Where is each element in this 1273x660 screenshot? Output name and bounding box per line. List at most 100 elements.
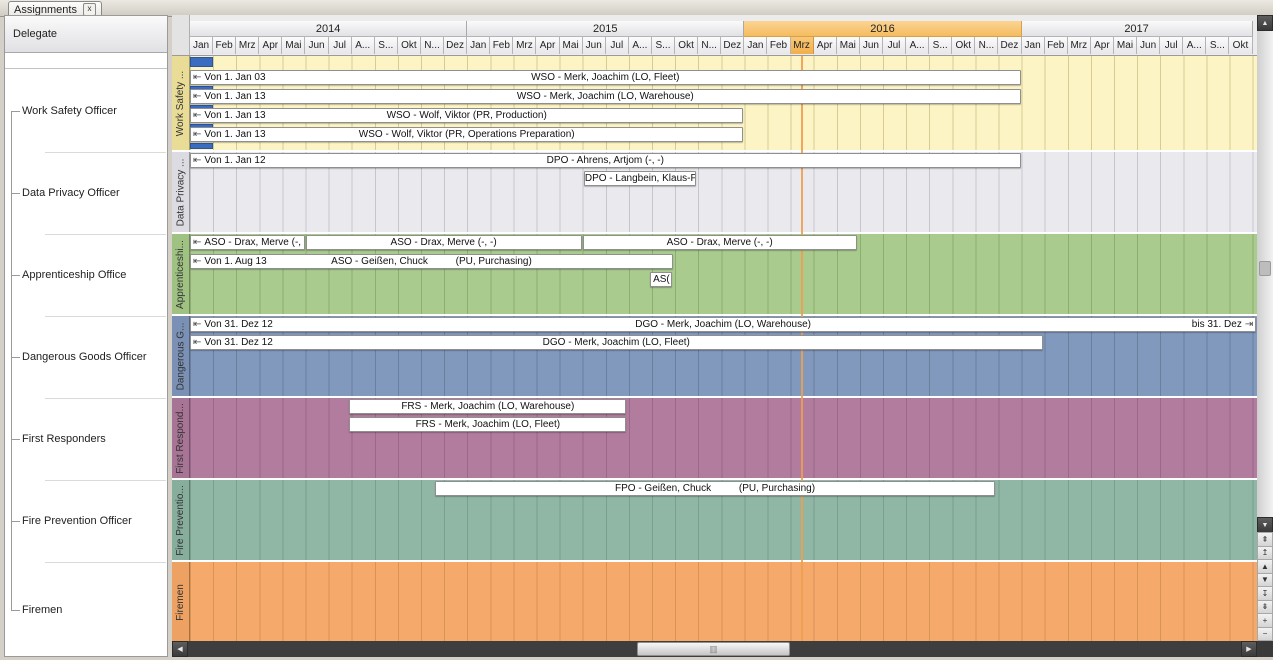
scroll-right-arrow-icon[interactable]: ▶: [1241, 641, 1257, 657]
assignment-bar[interactable]: ⇤Von 1. Jan 13WSO - Wolf, Viktor (PR, Pr…: [190, 108, 743, 123]
month-header-Jul-2016[interactable]: Jul: [883, 37, 906, 54]
assignment-bar[interactable]: ⇤Von 1. Aug 13ASO - Geißen, Chuck (PU, P…: [190, 254, 673, 269]
month-header-Jun-2014[interactable]: Jun: [305, 37, 328, 54]
horizontal-scrollbar-thumb[interactable]: ▥: [637, 642, 790, 656]
bar-label: DPO - Langbein, Klaus-P: [585, 172, 695, 185]
tree-tick: [11, 610, 20, 611]
assignment-bar[interactable]: ⇤Von 1. Jan 12DPO - Ahrens, Artjom (-, -…: [190, 153, 1021, 168]
month-header-S...-2014[interactable]: S...: [375, 37, 398, 54]
month-header-Mrz-2014[interactable]: Mrz: [236, 37, 259, 54]
month-header-A...-2017[interactable]: A...: [1183, 37, 1206, 54]
month-header-Feb-2017[interactable]: Feb: [1045, 37, 1068, 54]
assignment-bar[interactable]: ⇤ASO - Drax, Merve (-,: [190, 235, 305, 250]
bar-label: AS(: [651, 273, 671, 286]
scroll-down-arrow-icon[interactable]: ▼: [1257, 517, 1273, 533]
assignment-bar[interactable]: ASO - Drax, Merve (-, -): [306, 235, 582, 250]
delegate-item-dangerous-goods-officer[interactable]: Dangerous Goods Officer: [22, 351, 147, 363]
month-header-Feb-2015[interactable]: Feb: [490, 37, 513, 54]
month-header-Jul-2017[interactable]: Jul: [1160, 37, 1183, 54]
year-header-2014[interactable]: 2014JanFebMrzAprMaiJunJulA...S...OktN...…: [190, 21, 467, 55]
jump-top-button-icon[interactable]: ⇞: [1257, 532, 1273, 547]
delegate-item-apprenticeship-office[interactable]: Apprenticeship Office: [22, 269, 126, 281]
assignment-bar[interactable]: ⇤Von 1. Jan 03WSO - Merk, Joachim (LO, F…: [190, 70, 1021, 85]
scroll-up-arrow-icon[interactable]: ▲: [1257, 15, 1273, 31]
section-label-text: First Respond...: [175, 403, 186, 474]
month-header-Mrz-2017[interactable]: Mrz: [1068, 37, 1091, 54]
month-header-S...-2015[interactable]: S...: [652, 37, 675, 54]
delegate-item-fire-prevention-officer[interactable]: Fire Prevention Officer: [22, 515, 132, 527]
month-header-Apr-2017[interactable]: Apr: [1091, 37, 1114, 54]
month-header-Okt-2014[interactable]: Okt: [398, 37, 421, 54]
month-header-Dez-2014[interactable]: Dez: [444, 37, 467, 54]
assignment-bar[interactable]: ⇤Von 1. Jan 13WSO - Wolf, Viktor (PR, Op…: [190, 127, 743, 142]
bar-label: DPO - Ahrens, Artjom (-, -): [191, 154, 1020, 167]
row-down-button-icon[interactable]: ↧: [1257, 586, 1273, 601]
delegate-row-divider: [45, 562, 166, 563]
delegate-item-work-safety-officer[interactable]: Work Safety Officer: [22, 105, 117, 117]
month-header-Jul-2015[interactable]: Jul: [606, 37, 629, 54]
month-header-Mrz-2015[interactable]: Mrz: [513, 37, 536, 54]
month-header-A...-2014[interactable]: A...: [352, 37, 375, 54]
month-header-Jun-2017[interactable]: Jun: [1137, 37, 1160, 54]
horizontal-scrollbar[interactable]: ◀ ▥ ▶: [172, 641, 1257, 657]
bar-label: FPO - Geißen, Chuck (PU, Purchasing): [436, 482, 994, 495]
month-header-Mrz-2016[interactable]: Mrz: [791, 37, 814, 54]
year-header-2017[interactable]: 2017JanFebMrzAprMaiJunJulA...S...Okt: [1022, 21, 1253, 55]
month-header-Mai-2014[interactable]: Mai: [282, 37, 305, 54]
month-header-Jan-2015[interactable]: Jan: [467, 37, 490, 54]
tree-tick: [11, 439, 20, 440]
month-header-Mai-2015[interactable]: Mai: [560, 37, 583, 54]
month-header-N...-2014[interactable]: N...: [421, 37, 444, 54]
vertical-scrollbar-thumb[interactable]: [1259, 261, 1271, 276]
month-header-Dez-2015[interactable]: Dez: [721, 37, 744, 54]
section-label-first-responders: First Respond...: [172, 398, 190, 478]
month-header-A...-2015[interactable]: A...: [629, 37, 652, 54]
delegate-item-data-privacy-officer[interactable]: Data Privacy Officer: [22, 187, 120, 199]
month-header-N...-2015[interactable]: N...: [698, 37, 721, 54]
row-up-button-icon[interactable]: ↥: [1257, 546, 1273, 561]
month-header-Mai-2017[interactable]: Mai: [1114, 37, 1137, 54]
tree-tick: [11, 521, 20, 522]
assignment-bar[interactable]: AS(: [650, 272, 672, 287]
delegate-item-first-responders[interactable]: First Responders: [22, 433, 106, 445]
month-header-Feb-2016[interactable]: Feb: [767, 37, 790, 54]
delegate-item-firemen[interactable]: Firemen: [22, 604, 62, 616]
step-up-button-icon[interactable]: ▲: [1257, 559, 1273, 574]
month-header-Jan-2017[interactable]: Jan: [1022, 37, 1045, 54]
assignment-bar[interactable]: ⇤Von 31. Dez 12DGO - Merk, Joachim (LO, …: [190, 335, 1043, 350]
month-header-Feb-2014[interactable]: Feb: [213, 37, 236, 54]
zoom-out-button-icon[interactable]: −: [1257, 627, 1273, 642]
month-header-Jun-2016[interactable]: Jun: [860, 37, 883, 54]
step-down-button-icon[interactable]: ▼: [1257, 573, 1273, 588]
assignment-bar[interactable]: ⇤Von 1. Jan 13WSO - Merk, Joachim (LO, W…: [190, 89, 1021, 104]
month-header-Dez-2016[interactable]: Dez: [998, 37, 1021, 54]
month-header-Jan-2016[interactable]: Jan: [744, 37, 767, 54]
scroll-left-arrow-icon[interactable]: ◀: [172, 641, 188, 657]
zoom-in-button-icon[interactable]: +: [1257, 613, 1273, 628]
jump-bottom-button-icon[interactable]: ⇟: [1257, 600, 1273, 615]
month-header-Okt-2016[interactable]: Okt: [952, 37, 975, 54]
month-header-Jun-2015[interactable]: Jun: [583, 37, 606, 54]
assignment-bar[interactable]: ⇤Von 31. Dez 12DGO - Merk, Joachim (LO, …: [190, 317, 1256, 332]
month-header-Okt-2017[interactable]: Okt: [1229, 37, 1252, 54]
assignment-bar[interactable]: ASO - Drax, Merve (-, -): [583, 235, 857, 250]
month-header-S...-2016[interactable]: S...: [929, 37, 952, 54]
month-header-Okt-2015[interactable]: Okt: [675, 37, 698, 54]
month-header-Apr-2015[interactable]: Apr: [536, 37, 559, 54]
year-header-2015[interactable]: 2015JanFebMrzAprMaiJunJulA...S...OktN...…: [467, 21, 744, 55]
month-header-Jul-2014[interactable]: Jul: [329, 37, 352, 54]
year-header-2016[interactable]: 2016JanFebMrzAprMaiJunJulA...S...OktN...…: [744, 21, 1021, 55]
assignment-bar[interactable]: FRS - Merk, Joachim (LO, Fleet): [349, 417, 626, 432]
assignment-bar[interactable]: FPO - Geißen, Chuck (PU, Purchasing): [435, 481, 995, 496]
month-header-N...-2016[interactable]: N...: [975, 37, 998, 54]
month-header-A...-2016[interactable]: A...: [906, 37, 929, 54]
timeline-marker: [190, 143, 213, 149]
assignment-bar[interactable]: DPO - Langbein, Klaus-P: [584, 171, 696, 186]
month-header-Mai-2016[interactable]: Mai: [837, 37, 860, 54]
month-header-Apr-2014[interactable]: Apr: [259, 37, 282, 54]
month-header-S...-2017[interactable]: S...: [1206, 37, 1229, 54]
assignment-bar[interactable]: FRS - Merk, Joachim (LO, Warehouse): [349, 399, 626, 414]
month-header-Jan-2014[interactable]: Jan: [190, 37, 213, 54]
month-header-Apr-2016[interactable]: Apr: [814, 37, 837, 54]
section-work-safety-officer: Work Safety ...⇤Von 1. Jan 03WSO - Merk,…: [172, 56, 1257, 150]
